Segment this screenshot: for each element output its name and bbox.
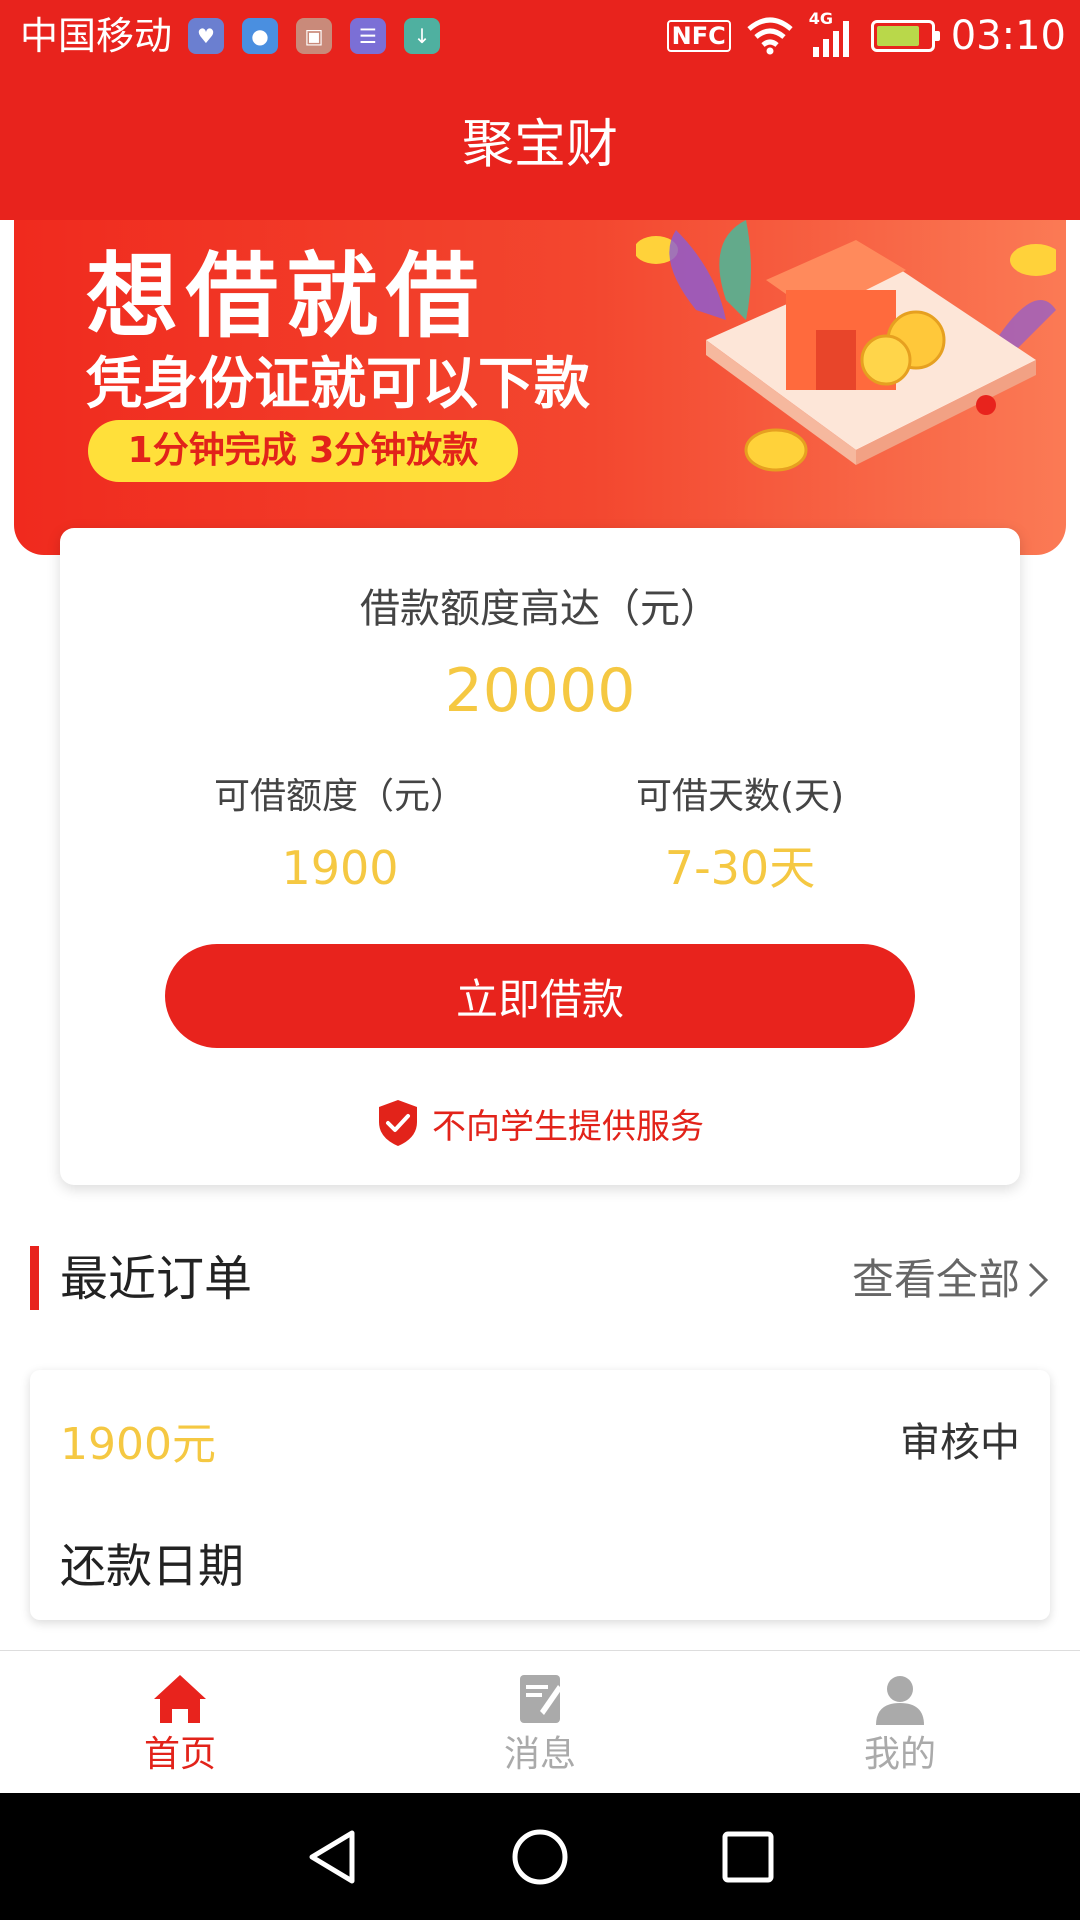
tab-messages[interactable]: 消息 (360, 1651, 720, 1793)
clock: 03:10 (950, 13, 1066, 59)
download-icon: ↓ (404, 18, 440, 54)
carrier-name: 中国移动 (20, 14, 173, 58)
section-accent-bar (30, 1246, 39, 1310)
shield-check-icon (379, 1100, 417, 1146)
cell-signal-icon: 4G (809, 9, 855, 59)
loan-days-label: 可借天数(天) (635, 776, 845, 817)
home-icon (154, 1675, 206, 1723)
loan-days: 可借天数(天) 7-30天 (530, 774, 950, 898)
notice-text: 不向学生提供服务 (432, 1106, 704, 1147)
system-nav-bar (0, 1793, 1080, 1920)
tab-home-label: 首页 (143, 1734, 216, 1775)
tab-mine[interactable]: 我的 (720, 1651, 1080, 1793)
phone-house-illustration (636, 220, 1056, 472)
max-credit-label: 借款额度高达（元） (360, 586, 720, 632)
student-notice: 不向学生提供服务 (60, 1098, 1020, 1148)
user-icon (876, 1676, 924, 1725)
battery-icon (870, 20, 940, 52)
wifi-icon (747, 17, 793, 55)
home-circle-icon[interactable] (510, 1827, 570, 1887)
health-icon: ♥ (188, 18, 224, 54)
notification-icons: ♥ ● ▣ ☰ ↓ (188, 18, 440, 54)
message-icon (520, 1675, 562, 1723)
loan-days-value: 7-30天 (664, 841, 816, 895)
nfc-icon: NFC (666, 20, 731, 52)
recent-orders-title: 最近订单 (60, 1251, 253, 1307)
banner-subheadline: 凭身份证就可以下款 (86, 352, 590, 417)
tab-mine-label: 我的 (863, 1734, 936, 1775)
order-card[interactable]: 1900元 审核中 还款日期 (30, 1370, 1050, 1620)
loan-card: 借款额度高达（元） 20000 可借额度（元） 1900 可借天数(天) 7-3… (60, 528, 1020, 1185)
banner-headline: 想借就借 (86, 243, 487, 350)
banner-pill: 1分钟完成 3分钟放款 (88, 420, 518, 482)
tab-messages-label: 消息 (503, 1734, 576, 1775)
recents-icon[interactable] (720, 1829, 776, 1885)
available-credit-amount: 1900 (281, 841, 399, 895)
repay-date-label: 还款日期 (60, 1539, 244, 1593)
chat-icon: ● (242, 18, 278, 54)
notes-icon: ☰ (350, 18, 386, 54)
app-header: 聚宝财 (0, 72, 1080, 220)
status-bar: 中国移动 ♥ ● ▣ ☰ ↓ NFC 4G 03:10 (0, 0, 1080, 72)
available-credit: 可借额度（元） 1900 (130, 774, 550, 898)
borrow-now-button[interactable]: 立即借款 (165, 944, 915, 1048)
max-credit-amount: 20000 (444, 656, 636, 726)
available-credit-label: 可借额度（元） (213, 776, 466, 817)
page-title: 聚宝财 (461, 115, 618, 175)
tab-home[interactable]: 首页 (0, 1651, 360, 1793)
gallery-icon: ▣ (296, 18, 332, 54)
bottom-tab-bar: 首页 消息 我的 (0, 1650, 1080, 1793)
view-all-link[interactable]: 查看全部 (852, 1252, 1050, 1308)
order-status: 审核中 (900, 1420, 1020, 1466)
chevron-right-icon (1028, 1262, 1049, 1298)
order-amount: 1900元 (60, 1419, 216, 1470)
view-all-label: 查看全部 (851, 1255, 1020, 1304)
back-icon[interactable] (304, 1827, 360, 1887)
promo-banner[interactable]: 想借就借 凭身份证就可以下款 1分钟完成 3分钟放款 (14, 220, 1066, 555)
